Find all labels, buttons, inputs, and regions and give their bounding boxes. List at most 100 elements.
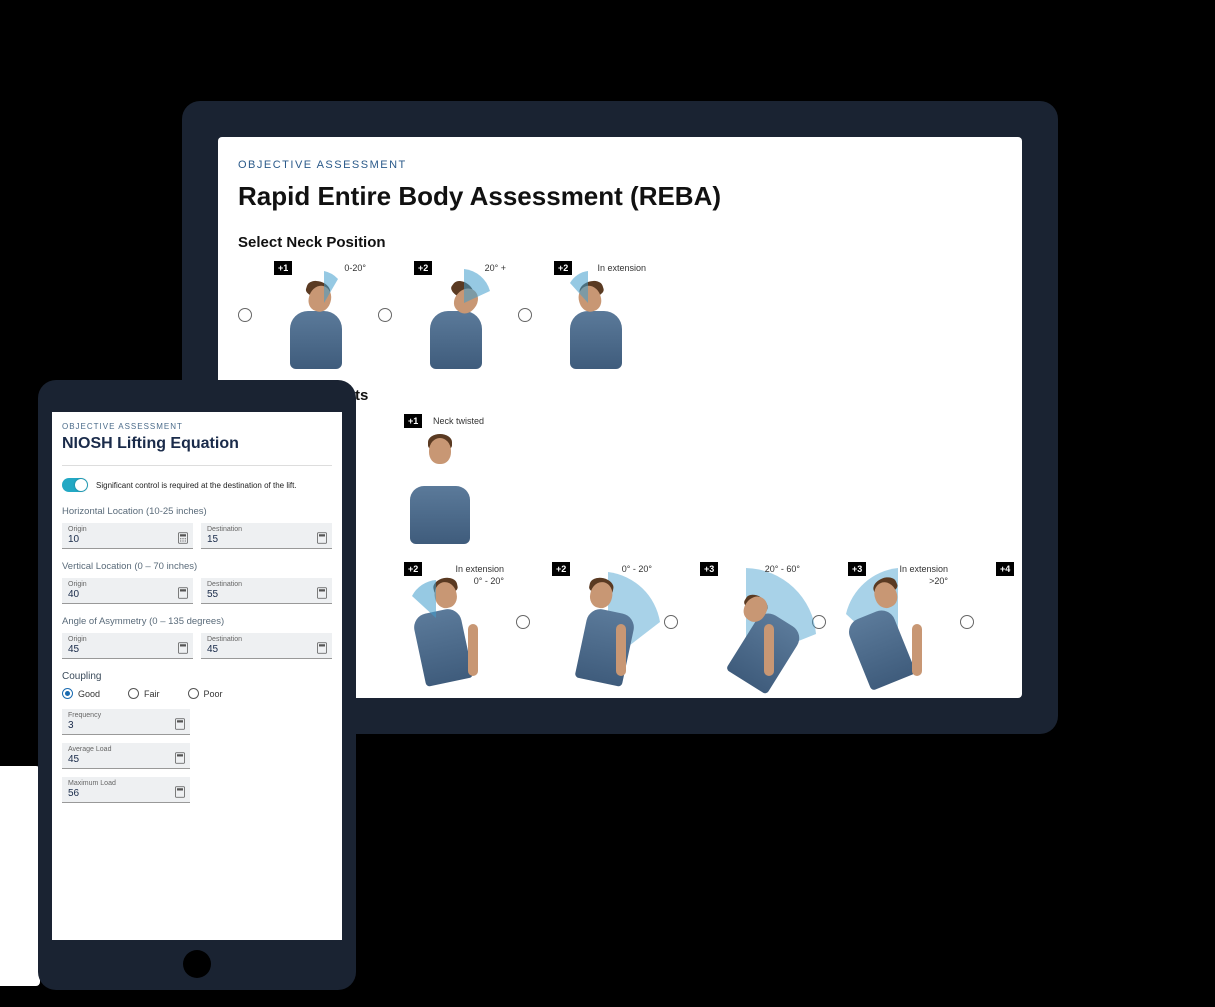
a-origin-field[interactable]: Origin 45 [62,633,193,659]
score-badge: +2 [552,562,570,576]
calculator-icon [177,642,189,654]
control-toggle-row[interactable]: Significant control is required at the d… [62,478,332,492]
coupling-label: Good [78,689,100,699]
range-label: In extension [899,564,948,574]
score-badge: +2 [414,261,432,275]
angle-arc-icon [402,572,458,628]
score-badge: +2 [404,562,422,576]
niosh-eyebrow: OBJECTIVE ASSESSMENT [62,422,332,431]
phone-device-frame: OBJECTIVE ASSESSMENT NIOSH Lifting Equat… [38,380,356,990]
field-value: 55 [207,589,326,600]
calculator-icon [174,786,186,798]
field-label: Average Load [68,746,184,753]
toggle-switch[interactable] [62,478,88,492]
v-dest-field[interactable]: Destination 55 [201,578,332,604]
asymmetry-heading: Angle of Asymmetry (0 – 135 degrees) [62,616,332,627]
field-label: Origin [68,581,187,588]
calculator-icon [174,718,186,730]
score-badge: +1 [274,261,292,275]
calculator-icon [316,642,328,654]
field-value: 3 [68,720,184,731]
trunk-option-4[interactable]: +3 In extension >20° [812,562,954,682]
avg-load-field[interactable]: Average Load 45 [62,743,190,769]
coupling-label: Poor [204,689,223,699]
field-label: Origin [68,526,187,533]
pose-figure: +1 Neck twisted [390,414,490,544]
trunk-option-1[interactable]: +2 In extension 0° - 20° [368,562,510,682]
range-label: 20° - 60° [765,564,800,574]
pose-figure: +2 0° - 20° [538,562,658,682]
score-badge: +2 [554,261,572,275]
score-badge: +3 [848,562,866,576]
radio-icon[interactable] [518,308,532,322]
radio-icon[interactable] [238,308,252,322]
frequency-field[interactable]: Frequency 3 [62,709,190,735]
trunk-option-2[interactable]: +2 0° - 20° [516,562,658,682]
field-value: 15 [207,534,326,545]
max-load-field[interactable]: Maximum Load 56 [62,777,190,803]
radio-icon[interactable] [378,308,392,322]
field-value: 56 [68,788,184,799]
vertical-heading: Vertical Location (0 – 70 inches) [62,561,332,572]
pose-figure: +3 In extension >20° [834,562,954,682]
a-dest-field[interactable]: Destination 45 [201,633,332,659]
coupling-good[interactable]: Good [62,688,100,699]
field-value: 40 [68,589,187,600]
range-label: In extension [597,263,646,273]
field-value: 10 [68,534,187,545]
field-label: Destination [207,526,326,533]
radio-icon[interactable] [188,688,199,699]
h-origin-field[interactable]: Origin 10 [62,523,193,549]
neck-adj-option[interactable]: +1 Neck twisted [368,414,490,544]
horizontal-row: Origin 10 Destination 15 [62,523,332,549]
neck-option-3[interactable]: +2 In extension [518,261,652,369]
field-label: Destination [207,636,326,643]
reba-title: Rapid Entire Body Assessment (REBA) [238,181,1002,212]
coupling-heading: Coupling [62,671,332,682]
field-label: Maximum Load [68,780,184,787]
trunk-option-3[interactable]: +3 20° - 60° [664,562,806,682]
h-dest-field[interactable]: Destination 15 [201,523,332,549]
divider [62,465,332,466]
radio-icon[interactable] [516,615,530,629]
neck-options-row: +1 0-20° +2 20° + [238,261,1002,369]
neck-option-1[interactable]: +1 0-20° [238,261,372,369]
field-value: 45 [207,644,326,655]
calculator-icon [174,752,186,764]
radio-icon[interactable] [62,688,73,699]
pose-figure: +2 In extension 0° - 20° [390,562,510,682]
coupling-fair[interactable]: Fair [128,688,160,699]
score-badge: +3 [700,562,718,576]
angle-arc-icon [436,263,492,319]
field-label: Frequency [68,712,184,719]
trunk-options-row: +2 In extension 0° - 20° +2 0° - 20° [368,562,1002,682]
range-label: 0° - 20° [622,564,652,574]
range-label: Neck twisted [433,416,484,426]
range-label: In extension [455,564,504,574]
calculator-icon [316,587,328,599]
trunk-option-5[interactable]: +4 60°+ [960,562,1022,682]
background-card [0,766,40,986]
calculator-icon [177,532,189,544]
calculator-icon [316,532,328,544]
horizontal-heading: Horizontal Location (10-25 inches) [62,506,332,517]
pose-figure: +2 20° + [400,261,512,369]
coupling-label: Fair [144,689,160,699]
score-badge: +1 [404,414,422,428]
reba-eyebrow: OBJECTIVE ASSESSMENT [238,159,1002,171]
score-badge: +4 [996,562,1014,576]
v-origin-field[interactable]: Origin 40 [62,578,193,604]
pose-figure: +1 0-20° [260,261,372,369]
field-value: 45 [68,644,187,655]
radio-icon[interactable] [960,615,974,629]
niosh-screen: OBJECTIVE ASSESSMENT NIOSH Lifting Equat… [52,412,342,940]
neck-option-2[interactable]: +2 20° + [378,261,512,369]
pose-figure: +4 60°+ [982,562,1022,682]
neck-section-title: Select Neck Position [238,234,1002,251]
calculator-icon [177,587,189,599]
toggle-label: Significant control is required at the d… [96,481,297,490]
coupling-poor[interactable]: Poor [188,688,223,699]
field-label: Destination [207,581,326,588]
radio-icon[interactable] [128,688,139,699]
range-sublabel: 0° - 20° [474,576,504,586]
